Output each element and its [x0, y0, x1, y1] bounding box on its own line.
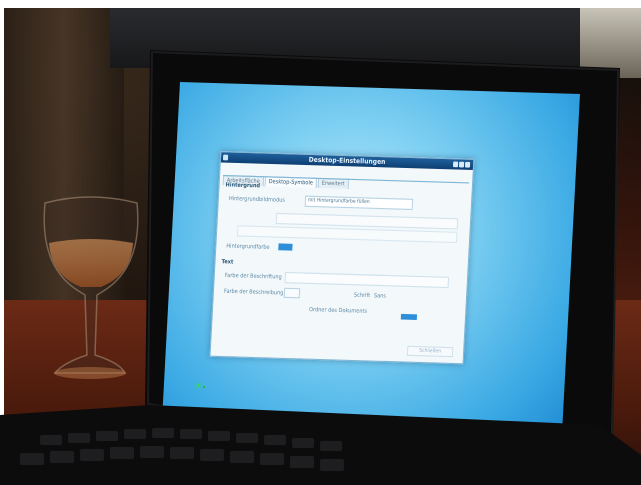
close-button[interactable]: Schließen [406, 345, 454, 358]
shadow-color-label: Farbe der Beschreibung [223, 288, 284, 297]
power-led [197, 384, 200, 387]
wallpaper-mode-select[interactable]: mit Hintergrundfarbe füllen [304, 195, 414, 211]
dialog-title: Desktop-Einstellungen [308, 156, 386, 167]
wallpaper-mode-label: Hintergrundbildmodus [228, 195, 286, 204]
text-color-field[interactable] [284, 271, 450, 289]
font-value: Sans [373, 292, 387, 300]
maximize-icon[interactable] [458, 161, 465, 168]
show-docs-label: Ordner des Dokuments [308, 306, 368, 316]
window-controls [451, 160, 471, 169]
close-icon[interactable] [464, 161, 471, 168]
photo-scene: Desktop-Einstellungen Arbeitsfläche Deskt… [0, 0, 641, 485]
section-text-heading: Text [221, 258, 234, 266]
background-color-swatch[interactable] [278, 243, 293, 251]
app-icon [222, 154, 229, 161]
text-color-label: Farbe der Beschriftung [224, 272, 282, 281]
section-background-heading: Hintergrund [225, 181, 261, 190]
minimize-icon[interactable] [452, 161, 459, 168]
laptop-keyboard [0, 405, 641, 485]
font-label: Schrift [353, 292, 371, 300]
shadow-color-button[interactable] [283, 287, 301, 299]
show-docs-toggle[interactable] [400, 313, 418, 320]
status-led [203, 386, 205, 388]
settings-dialog: Desktop-Einstellungen Arbeitsfläche Deskt… [209, 151, 475, 365]
background-color-label: Hintergrundfarbe [226, 242, 270, 252]
